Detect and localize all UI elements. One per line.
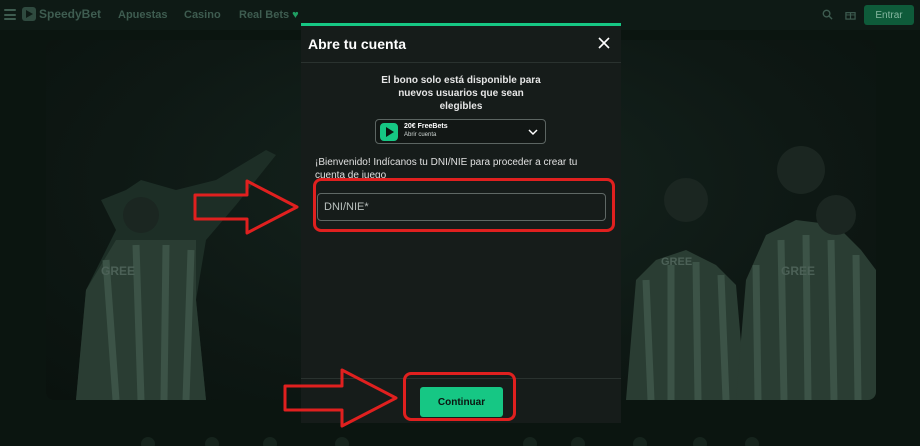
bonus-logo-icon: [380, 123, 398, 141]
signup-modal: Abre tu cuenta El bono solo está disponi…: [301, 23, 621, 423]
speedybet-logo-icon: [22, 7, 36, 21]
footer-divider: [301, 378, 621, 379]
heart-icon: ♥: [292, 9, 299, 21]
svg-text:GREE: GREE: [101, 264, 135, 278]
login-button[interactable]: Entrar: [864, 5, 914, 25]
search-icon[interactable]: [822, 9, 833, 20]
bonus-notice: El bono solo está disponible para nuevos…: [381, 75, 541, 112]
welcome-text: ¡Bienvenido! Indícanos tu DNI/NIE para p…: [315, 157, 578, 181]
svg-text:GREE: GREE: [781, 264, 815, 278]
bonus-subtitle: Abrir cuenta: [404, 132, 437, 138]
chevron-down-icon: [528, 129, 538, 136]
modal-title: Abre tu cuenta: [308, 36, 407, 52]
bonus-name: 20€ FreeBets: [404, 123, 448, 130]
dni-input[interactable]: [317, 193, 606, 221]
nav-link-real-bets-label: Real Bets: [239, 9, 290, 21]
modal-header: Abre tu cuenta: [301, 26, 621, 63]
nav-link-casino[interactable]: Casino: [184, 9, 221, 21]
brand-logo[interactable]: SpeedyBet: [22, 7, 101, 21]
menu-icon[interactable]: [4, 9, 16, 20]
bonus-dropdown[interactable]: 20€ FreeBets Abrir cuenta: [375, 119, 546, 144]
nav-link-apuestas[interactable]: Apuestas: [118, 9, 168, 21]
svg-text:GREE: GREE: [661, 256, 692, 268]
sport-icons-strip: [141, 437, 759, 446]
brand-name: SpeedyBet: [39, 7, 102, 21]
nav-link-real-bets[interactable]: Real Bets ♥: [239, 9, 299, 21]
gift-icon[interactable]: [845, 9, 856, 20]
close-icon[interactable]: [597, 36, 611, 50]
continue-button[interactable]: Continuar: [420, 387, 503, 417]
